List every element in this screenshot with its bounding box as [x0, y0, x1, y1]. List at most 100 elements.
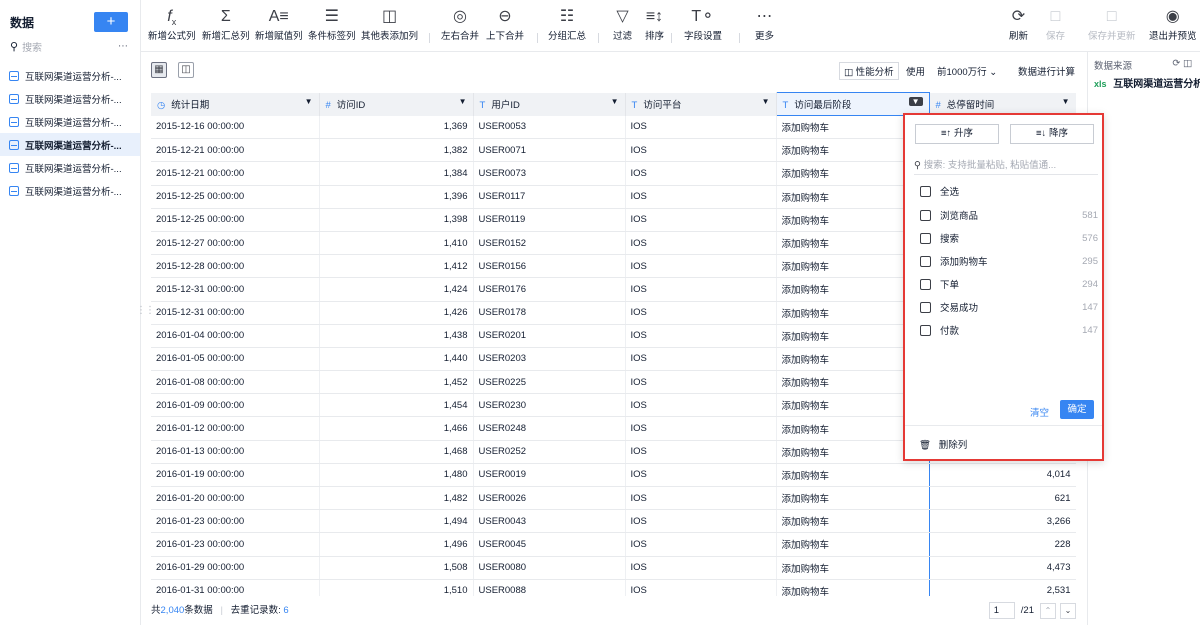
chevron-down-icon[interactable]: ▼ — [305, 97, 313, 106]
table-cell[interactable]: 2016-01-08 00:00:00 — [151, 370, 320, 395]
filter-option[interactable]: 搜索 576 — [920, 228, 1098, 248]
table-cell[interactable]: 4,014 — [929, 463, 1076, 488]
chevron-down-icon[interactable]: ▼ — [762, 97, 770, 106]
field-settings-button[interactable]: T⚬ 字段设置 — [684, 6, 722, 42]
table-cell[interactable]: 添加购物车 — [775, 509, 930, 534]
table-cell[interactable]: 2016-01-23 00:00:00 — [151, 509, 320, 534]
table-cell[interactable]: USER0201 — [473, 324, 626, 348]
chevron-down-icon[interactable]: ▼ — [908, 97, 923, 106]
checkbox[interactable] — [920, 209, 931, 221]
table-cell[interactable]: 1,482 — [319, 486, 474, 511]
table-cell[interactable]: 添加购物车 — [775, 463, 930, 488]
refresh-button[interactable]: ⟳ 刷新 — [1009, 6, 1028, 42]
table-cell[interactable]: IOS — [625, 440, 777, 464]
table-cell[interactable]: 1,424 — [319, 277, 474, 302]
table-cell[interactable]: USER0080 — [473, 556, 626, 580]
table-cell[interactable]: 2015-12-28 00:00:00 — [151, 254, 320, 279]
table-cell[interactable]: 1,494 — [319, 509, 474, 534]
table-cell[interactable]: IOS — [625, 370, 777, 395]
table-cell[interactable]: 1,412 — [319, 254, 474, 279]
merge-left-right-button[interactable]: ◎ 左右合并 — [441, 6, 479, 42]
chevron-down-icon[interactable]: ▼ — [459, 97, 467, 106]
column-header[interactable]: T 访问平台 ▼ — [625, 92, 777, 116]
sort-descending-button[interactable]: ≡↓ 降序 — [1010, 124, 1094, 144]
checkbox[interactable] — [920, 185, 931, 197]
table-cell[interactable]: IOS — [625, 161, 777, 186]
table-cell[interactable]: 1,510 — [319, 579, 474, 596]
table-cell[interactable]: 2015-12-31 00:00:00 — [151, 277, 320, 302]
table-cell[interactable]: 228 — [929, 532, 1076, 557]
data-source-item[interactable]: xls 互联网渠道运营分析 — [1088, 72, 1200, 90]
table-cell[interactable]: USER0225 — [473, 370, 626, 395]
table-cell[interactable]: USER0252 — [473, 440, 626, 464]
table-cell[interactable]: USER0176 — [473, 277, 626, 302]
table-cell[interactable]: 1,454 — [319, 393, 474, 418]
chevron-down-icon[interactable]: ▼ — [611, 97, 619, 106]
sidebar-item[interactable]: 互联网渠道运营分析-... — [0, 64, 140, 87]
sort-ascending-button[interactable]: ≡↑ 升序 — [915, 124, 999, 144]
table-cell[interactable]: 1,398 — [319, 208, 474, 232]
table-cell[interactable]: 621 — [929, 486, 1076, 511]
table-cell[interactable]: 1,508 — [319, 556, 474, 580]
table-cell[interactable]: USER0119 — [473, 208, 626, 232]
table-cell[interactable]: 2016-01-09 00:00:00 — [151, 393, 320, 418]
table-cell[interactable]: IOS — [625, 324, 777, 348]
row-limit-select[interactable]: 前1000万行 ⌄ — [937, 64, 997, 78]
table-cell[interactable]: IOS — [625, 463, 777, 488]
sidebar-item[interactable]: 互联网渠道运营分析-... — [0, 133, 140, 156]
table-cell[interactable]: 1,426 — [319, 301, 474, 325]
table-cell[interactable]: 1,496 — [319, 532, 474, 557]
table-cell[interactable]: 2015-12-25 00:00:00 — [151, 208, 320, 232]
filter-option[interactable]: 浏览商品 581 — [920, 205, 1098, 225]
filter-option[interactable]: 添加购物车 295 — [920, 251, 1098, 271]
column-header[interactable]: T 用户ID ▼ — [473, 92, 626, 116]
table-cell[interactable]: USER0019 — [473, 463, 626, 488]
table-cell[interactable]: 2015-12-25 00:00:00 — [151, 185, 320, 209]
more-icon[interactable]: ⋯ — [118, 41, 128, 52]
table-cell[interactable]: IOS — [625, 185, 777, 209]
table-cell[interactable]: IOS — [625, 509, 777, 534]
table-cell[interactable]: 1,396 — [319, 185, 474, 209]
performance-analysis-button[interactable]: ◫ 性能分析 — [839, 62, 899, 80]
chevron-down-icon[interactable]: ▼ — [1062, 97, 1070, 106]
table-cell[interactable]: 1,452 — [319, 370, 474, 395]
table-cell[interactable]: USER0043 — [473, 509, 626, 534]
table-cell[interactable]: 3,266 — [929, 509, 1076, 534]
table-cell[interactable]: USER0230 — [473, 393, 626, 418]
table-cell[interactable]: USER0152 — [473, 231, 626, 256]
table-cell[interactable]: IOS — [625, 138, 777, 163]
sort-button[interactable]: ≡↕ 排序 — [645, 6, 664, 42]
table-cell[interactable]: USER0026 — [473, 486, 626, 511]
table-cell[interactable]: IOS — [625, 208, 777, 232]
confirm-button[interactable]: 确定 — [1060, 400, 1094, 419]
table-cell[interactable]: 1,382 — [319, 138, 474, 163]
table-cell[interactable]: 1,384 — [319, 161, 474, 186]
table-cell[interactable]: IOS — [625, 231, 777, 256]
table-cell[interactable]: 2016-01-13 00:00:00 — [151, 440, 320, 464]
more-button[interactable]: ⋯ 更多 — [755, 6, 774, 42]
checkbox[interactable] — [920, 232, 931, 244]
table-cell[interactable]: USER0178 — [473, 301, 626, 325]
table-cell[interactable]: 添加购物车 — [775, 486, 930, 511]
table-cell[interactable]: 2016-01-23 00:00:00 — [151, 532, 320, 557]
table-cell[interactable]: USER0053 — [473, 115, 626, 140]
checkbox[interactable] — [920, 255, 931, 267]
save-and-update-button[interactable]: □ 保存并更新 — [1088, 6, 1136, 42]
column-header[interactable]: # 访问ID ▼ — [319, 92, 474, 116]
table-cell[interactable]: IOS — [625, 347, 777, 372]
delete-column-button[interactable]: 🗑 删除列 — [919, 437, 967, 451]
table-cell[interactable]: 1,466 — [319, 416, 474, 441]
table-cell[interactable]: USER0071 — [473, 138, 626, 163]
filter-option[interactable]: 下单 294 — [920, 274, 1098, 294]
merge-up-down-button[interactable]: ⊖ 上下合并 — [486, 6, 524, 42]
checkbox[interactable] — [920, 301, 931, 313]
group-summary-button[interactable]: ☷ 分组汇总 — [548, 6, 586, 42]
checkbox[interactable] — [920, 324, 931, 336]
drag-handle[interactable]: ⋮⋮ — [136, 305, 155, 316]
table-cell[interactable]: IOS — [625, 115, 777, 140]
table-cell[interactable]: 1,410 — [319, 231, 474, 256]
other-table-add-column-button[interactable]: ◫ 其他表添加列 — [361, 6, 418, 42]
condition-label-column-button[interactable]: ☰ 条件标签列 — [308, 6, 356, 42]
filter-option[interactable]: 交易成功 147 — [920, 297, 1098, 317]
table-cell[interactable]: 1,369 — [319, 115, 474, 140]
